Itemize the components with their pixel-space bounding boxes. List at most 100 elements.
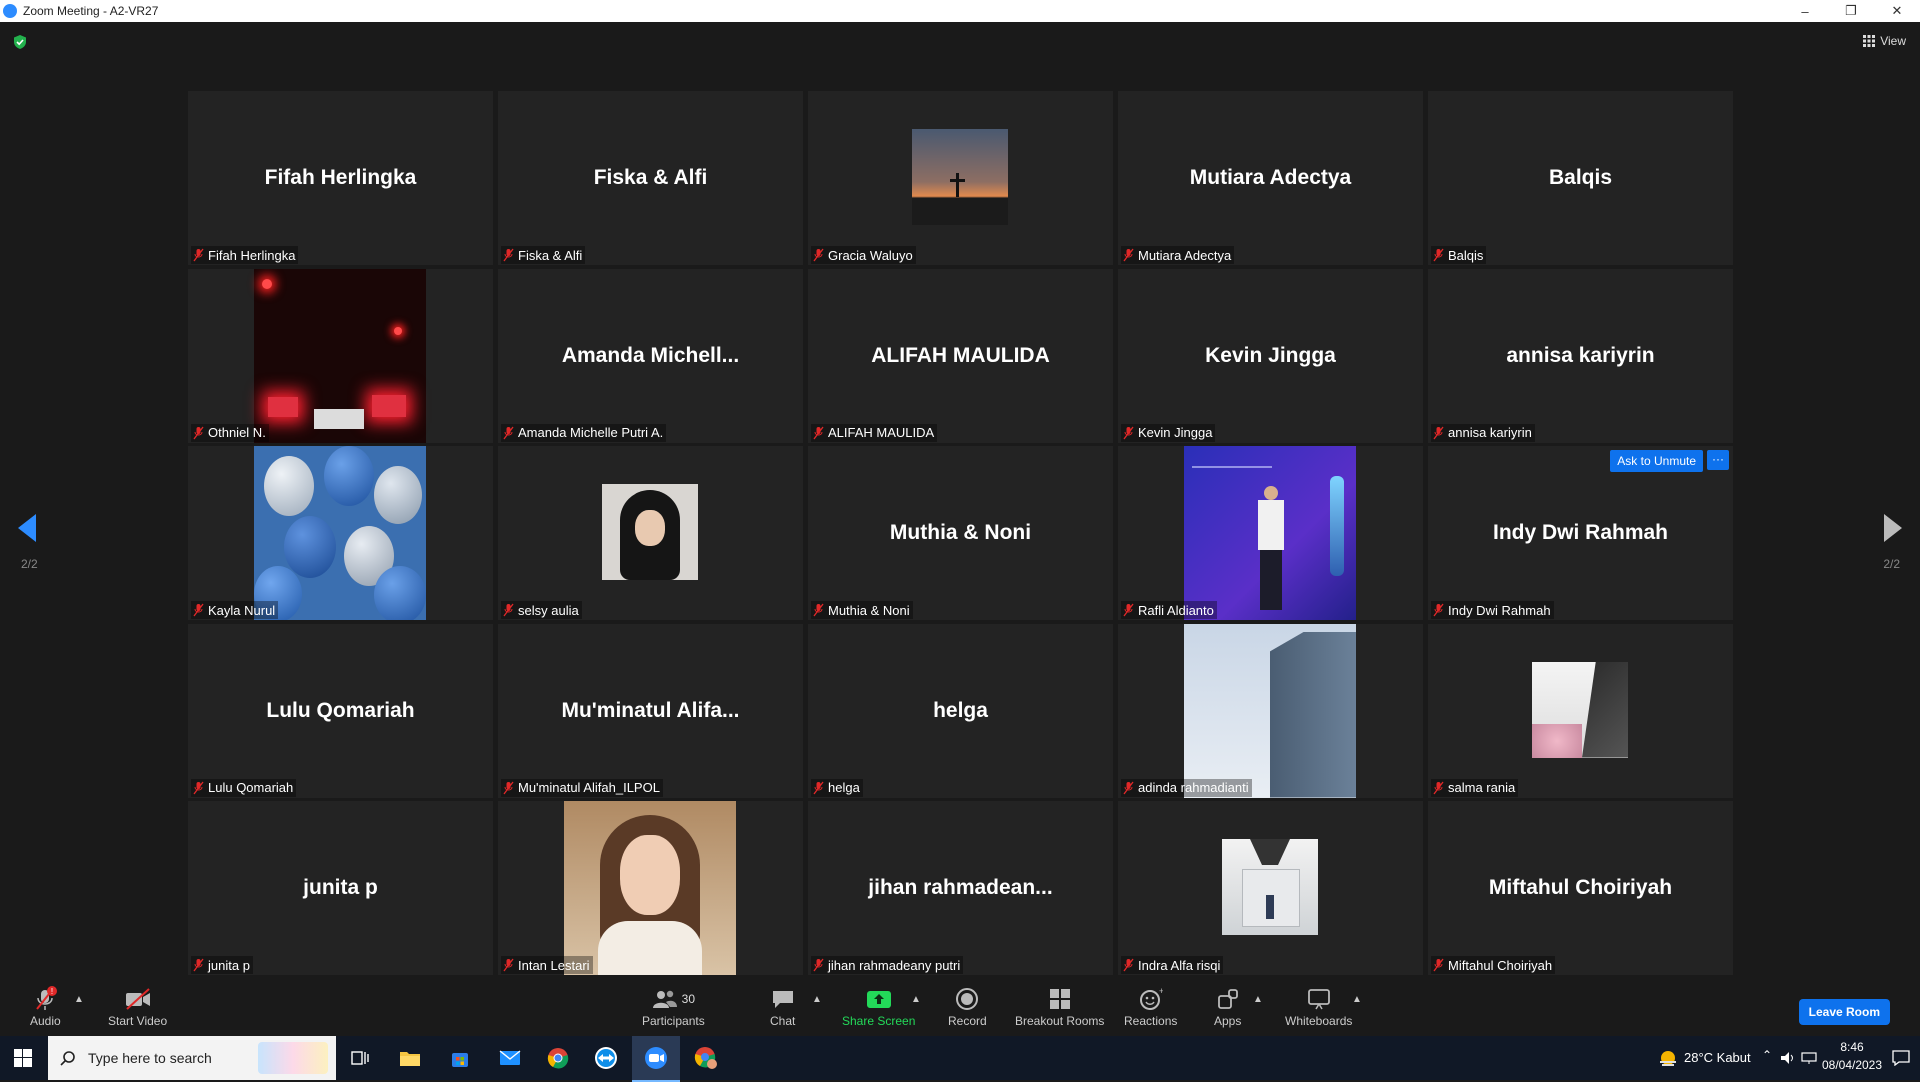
- participants-label: Participants: [642, 1014, 705, 1028]
- apps-icon: [1217, 989, 1238, 1009]
- participant-tile[interactable]: Mu'minatul Alifa... Mu'minatul Alifah_IL…: [498, 623, 803, 798]
- participant-caption: Kayla Nurul: [191, 601, 279, 619]
- close-button[interactable]: ✕: [1874, 0, 1920, 22]
- more-options-button[interactable]: ···: [1707, 450, 1729, 470]
- participant-tile[interactable]: Miftahul Choiriyah Miftahul Choiriyah: [1428, 801, 1733, 975]
- apps-options-caret[interactable]: ▲: [1253, 994, 1263, 1005]
- participant-name: Kevin Jingga: [1138, 425, 1213, 440]
- next-page-arrow-icon[interactable]: [1882, 514, 1902, 542]
- participant-tile[interactable]: Ask to Unmute ··· Indy Dwi Rahmah Indy D…: [1428, 446, 1733, 620]
- audio-options-caret[interactable]: ▲: [74, 994, 84, 1005]
- participant-name: Lulu Qomariah: [208, 780, 294, 795]
- muted-mic-icon: [1123, 781, 1134, 794]
- task-view-icon[interactable]: [346, 1044, 374, 1072]
- participant-tile[interactable]: annisa kariyrin annisa kariyrin: [1428, 268, 1733, 443]
- teamviewer-icon[interactable]: [592, 1044, 620, 1072]
- participant-tile[interactable]: Othniel N.: [188, 268, 493, 443]
- participant-tile[interactable]: Lulu Qomariah Lulu Qomariah: [188, 623, 493, 798]
- weather-sun-icon[interactable]: [1656, 1047, 1680, 1069]
- page-indicator-left: 2/2: [21, 557, 38, 571]
- participant-name: annisa kariyrin: [1448, 425, 1532, 440]
- participant-tile[interactable]: Balqis Balqis: [1428, 91, 1733, 265]
- participant-name: selsy aulia: [518, 602, 579, 618]
- participants-button[interactable]: 30 Participants: [642, 986, 705, 1028]
- participant-tile[interactable]: adinda rahmadianti: [1118, 623, 1423, 798]
- participant-caption: Fifah Herlingka: [191, 246, 299, 264]
- participant-display-name: Mutiara Adectya: [1189, 166, 1352, 189]
- clock-time[interactable]: 8:46: [1822, 1040, 1882, 1054]
- show-hidden-icons-chevron-icon[interactable]: ⌃: [1762, 1048, 1772, 1062]
- participant-tile[interactable]: ALIFAH MAULIDA ALIFAH MAULIDA: [808, 268, 1113, 443]
- participant-name: Intan Lestari: [518, 957, 590, 973]
- mail-icon[interactable]: [496, 1044, 524, 1072]
- participant-tile[interactable]: Amanda Michell... Amanda Michelle Putri …: [498, 268, 803, 443]
- leave-room-button[interactable]: Leave Room: [1798, 999, 1890, 1025]
- video-off-icon: [125, 988, 150, 1010]
- record-button[interactable]: Record: [948, 986, 987, 1028]
- microsoft-store-icon[interactable]: [446, 1044, 474, 1072]
- participant-display-name: ALIFAH MAULIDA: [871, 343, 1050, 367]
- chrome-icon[interactable]: [544, 1044, 572, 1072]
- clock-date[interactable]: 08/04/2023: [1816, 1058, 1888, 1072]
- participant-tile[interactable]: Kevin Jingga Kevin Jingga: [1118, 268, 1423, 443]
- taskbar-search-box[interactable]: Type here to search: [48, 1036, 336, 1080]
- participant-name: Indra Alfa risqi: [1138, 957, 1221, 973]
- audio-button[interactable]: ! Audio: [30, 986, 61, 1028]
- participant-display-name: annisa kariyrin: [1506, 343, 1655, 367]
- previous-page-arrow-icon[interactable]: [18, 514, 38, 542]
- participant-tile[interactable]: junita p junita p: [188, 801, 493, 975]
- muted-mic-icon: [503, 248, 514, 262]
- participant-tile[interactable]: Muthia & Noni Muthia & Noni: [808, 446, 1113, 620]
- meeting-area: View 2/2 2/2 Fifah Herlingka Fifah Herli…: [0, 22, 1920, 982]
- participant-caption: Rafli Aldianto: [1121, 601, 1217, 619]
- participant-caption: selsy aulia: [501, 601, 582, 619]
- participant-name: Indy Dwi Rahmah: [1448, 602, 1551, 618]
- chat-options-caret[interactable]: ▲: [812, 994, 822, 1005]
- grid-view-icon: [1863, 35, 1876, 47]
- participant-display-name: Mu'minatul Alifa...: [561, 698, 740, 722]
- apps-button[interactable]: Apps: [1214, 986, 1241, 1028]
- whiteboards-button[interactable]: Whiteboards: [1285, 986, 1352, 1028]
- taskbar-active-zoom[interactable]: [632, 1036, 680, 1082]
- participant-tile[interactable]: salma rania: [1428, 623, 1733, 798]
- search-placeholder: Type here to search: [88, 1050, 212, 1066]
- participant-tile[interactable]: Fiska & Alfi Fiska & Alfi: [498, 91, 803, 265]
- chrome-profile-icon[interactable]: [692, 1044, 720, 1072]
- participant-tile[interactable]: helga helga: [808, 623, 1113, 798]
- participant-tile[interactable]: Intan Lestari: [498, 801, 803, 975]
- participant-tile[interactable]: Rafli Aldianto: [1118, 446, 1423, 620]
- notifications-icon[interactable]: [1892, 1050, 1910, 1066]
- participant-tile[interactable]: jihan rahmadean... jihan rahmadeany putr…: [808, 801, 1113, 975]
- participant-tile[interactable]: Gracia Waluyo: [808, 91, 1113, 265]
- chat-button[interactable]: Chat: [770, 986, 795, 1028]
- share-screen-button[interactable]: Share Screen: [842, 986, 915, 1028]
- participant-name: Othniel N.: [208, 425, 266, 440]
- participant-tile[interactable]: Fifah Herlingka Fifah Herlingka: [188, 91, 493, 265]
- file-explorer-icon[interactable]: [396, 1044, 424, 1072]
- reactions-button[interactable]: + Reactions: [1124, 986, 1177, 1028]
- participant-caption: Kevin Jingga: [1121, 423, 1216, 442]
- ask-to-unmute-button[interactable]: Ask to Unmute: [1610, 450, 1703, 472]
- breakout-rooms-button[interactable]: Breakout Rooms: [1015, 986, 1104, 1028]
- participant-display-name: helga: [933, 698, 988, 722]
- participant-name: helga: [828, 780, 860, 795]
- participant-tile[interactable]: Kayla Nurul: [188, 446, 493, 620]
- weather-text[interactable]: 28°C Kabut: [1684, 1050, 1751, 1065]
- security-shield-icon[interactable]: [12, 34, 28, 50]
- volume-icon[interactable]: [1780, 1051, 1796, 1065]
- window-title: Zoom Meeting - A2-VR27: [23, 4, 159, 18]
- share-options-caret[interactable]: ▲: [911, 994, 921, 1005]
- windows-start-icon[interactable]: [14, 1049, 32, 1067]
- participant-name: Balqis: [1448, 247, 1484, 263]
- minimize-button[interactable]: –: [1782, 0, 1828, 22]
- restore-button[interactable]: ❐: [1828, 0, 1874, 22]
- start-video-button[interactable]: Start Video: [108, 986, 167, 1028]
- view-button[interactable]: View: [1863, 34, 1906, 48]
- whiteboards-options-caret[interactable]: ▲: [1352, 994, 1362, 1005]
- participant-tile[interactable]: Mutiara Adectya Mutiara Adectya: [1118, 91, 1423, 265]
- participant-tile[interactable]: Indra Alfa risqi: [1118, 801, 1423, 975]
- muted-mic-icon: [1433, 426, 1444, 439]
- participant-tile[interactable]: selsy aulia: [498, 446, 803, 620]
- muted-mic-icon: [503, 603, 514, 617]
- conference-stage-photo: [1184, 446, 1356, 620]
